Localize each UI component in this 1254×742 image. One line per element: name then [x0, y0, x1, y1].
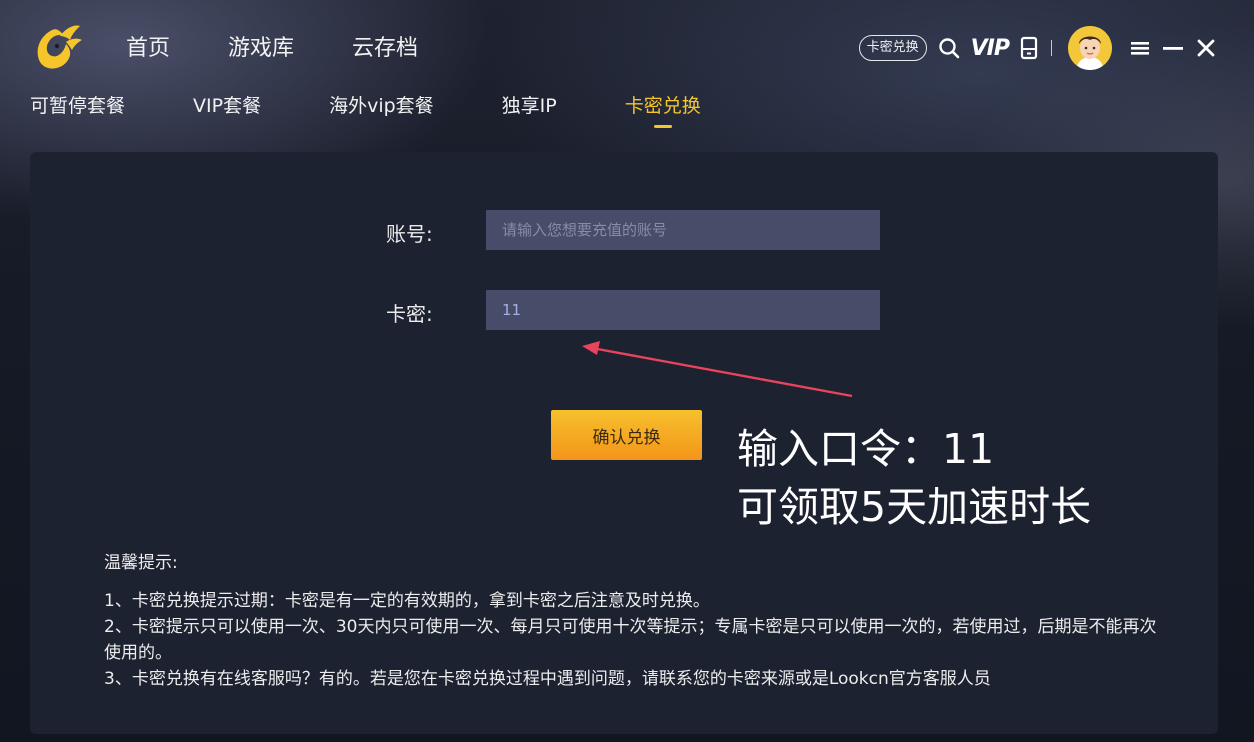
toolbar-divider	[1051, 40, 1052, 56]
confirm-redeem-button[interactable]: 确认兑换	[551, 410, 702, 460]
annotation-arrow	[582, 341, 853, 398]
redeem-panel: 账号: 卡密: 确认兑换 输入口令：11 可领取5天加速时长 温馨提示: 1、卡…	[30, 152, 1218, 734]
account-label: 账号:	[386, 222, 433, 246]
tab-vip-package[interactable]: VIP套餐	[193, 92, 261, 120]
bird-logo-icon[interactable]	[30, 22, 86, 72]
main-nav: 首页 游戏库 云存档	[126, 34, 476, 64]
annotation-line-1: 输入口令：11	[737, 425, 995, 473]
menu-icon[interactable]	[1130, 39, 1150, 57]
card-code-label: 卡密:	[386, 302, 433, 326]
tip-item: 2、卡密提示只可以使用一次、30天内只可使用一次、每月只可使用十次等提示；专属卡…	[104, 617, 1157, 663]
annotation-text: 输入口令：11 可领取5天加速时长	[737, 420, 1091, 536]
account-input[interactable]	[486, 210, 880, 250]
minimize-icon[interactable]	[1162, 39, 1184, 57]
tip-item: 1、卡密兑换提示过期：卡密是有一定的有效期的，拿到卡密之后注意及时兑换。	[104, 591, 710, 611]
tips-title: 温馨提示:	[104, 553, 178, 573]
window-toolbar: 卡密兑换 VIP	[858, 24, 1216, 72]
phone-icon[interactable]	[1019, 36, 1039, 60]
nav-item-home[interactable]: 首页	[126, 34, 170, 64]
tab-pausable-package[interactable]: 可暂停套餐	[30, 92, 125, 120]
tab-card-redeem[interactable]: 卡密兑换	[625, 92, 701, 120]
redeem-badge-button[interactable]: 卡密兑换	[858, 35, 927, 61]
tab-dedicated-ip[interactable]: 独享IP	[502, 92, 557, 120]
avatar[interactable]	[1068, 26, 1112, 70]
title-bar: 首页 游戏库 云存档 卡密兑换 VIP	[0, 0, 1254, 96]
tab-overseas-vip-package[interactable]: 海外vip套餐	[329, 92, 434, 120]
package-tabs: 可暂停套餐 VIP套餐 海外vip套餐 独享IP 卡密兑换	[30, 92, 769, 120]
search-icon[interactable]	[937, 36, 961, 60]
tip-item: 3、卡密兑换有在线客服吗？有的。若是您在卡密兑换过程中遇到问题，请联系您的卡密来…	[104, 669, 991, 689]
nav-item-game-library[interactable]: 游戏库	[228, 34, 294, 64]
annotation-line-2: 可领取5天加速时长	[737, 483, 1092, 531]
close-icon[interactable]	[1196, 38, 1216, 58]
card-code-input[interactable]	[486, 290, 880, 330]
nav-item-cloud-save[interactable]: 云存档	[352, 34, 418, 64]
tips-section: 温馨提示: 1、卡密兑换提示过期：卡密是有一定的有效期的，拿到卡密之后注意及时兑…	[104, 550, 1164, 692]
vip-button[interactable]: VIP	[971, 36, 1010, 61]
